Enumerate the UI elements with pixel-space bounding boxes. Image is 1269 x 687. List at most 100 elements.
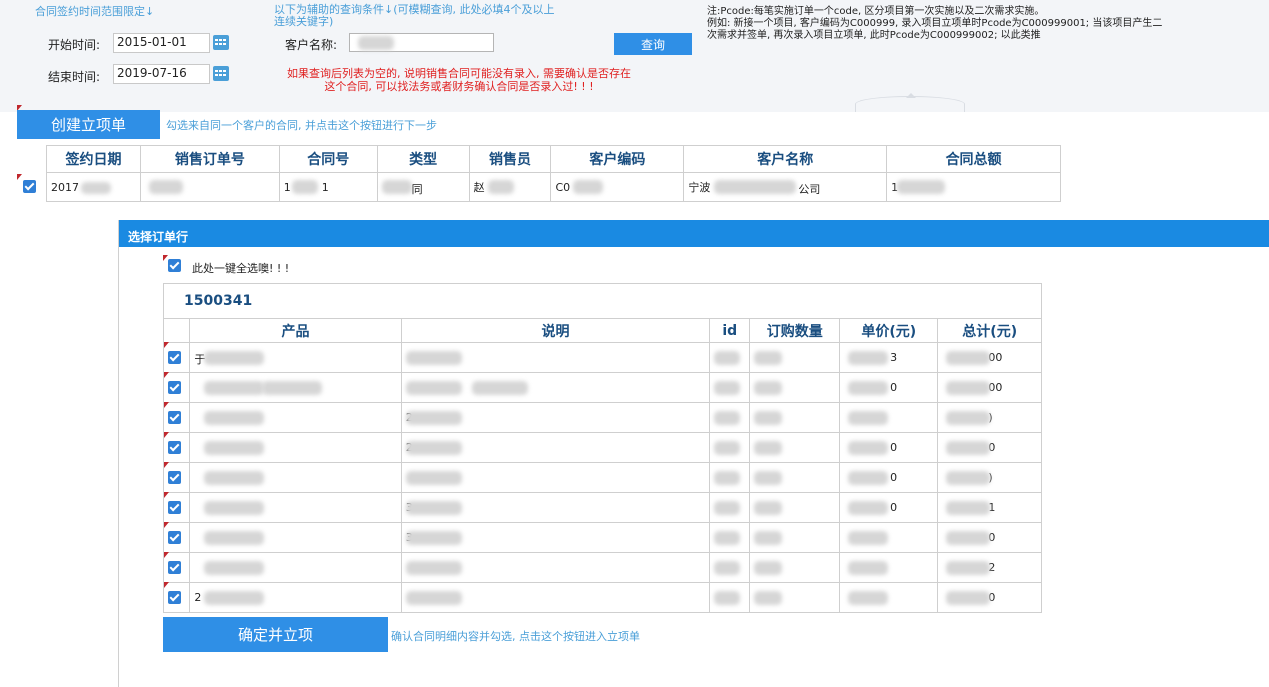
column-header: 单价(元) (839, 318, 939, 343)
redacted-text (405, 381, 462, 395)
description-cell: 2 (400, 432, 711, 463)
redacted-text (714, 561, 741, 575)
collapse-handle[interactable] (855, 93, 965, 112)
column-header: 合同号 (278, 145, 378, 173)
edit-marker (164, 522, 169, 528)
id-cell (709, 342, 751, 373)
table-row[interactable]: 2) (162, 402, 1042, 433)
customer-name-input[interactable] (349, 33, 494, 52)
product-text: 2 (194, 591, 202, 604)
column-header: 订购数量 (749, 318, 841, 343)
start-date-input[interactable]: 2015-01-01 (113, 33, 210, 53)
select-all-checkbox[interactable] (168, 259, 181, 272)
contract-total-cell: 1 (886, 172, 1061, 202)
product-cell (189, 372, 402, 403)
unit-price-cell (839, 402, 939, 433)
redacted-text (848, 501, 889, 515)
redacted-text (405, 501, 462, 515)
line-checkbox-cell[interactable] (162, 372, 191, 403)
end-date-input[interactable]: 2019-07-16 (113, 64, 210, 84)
redacted-text (754, 471, 783, 485)
confirm-create-button[interactable]: 确定并立项 (163, 617, 388, 652)
calendar-icon[interactable] (213, 66, 229, 81)
line-checkbox[interactable] (168, 381, 181, 395)
contract-table: 签约日期 销售订单号 合同号 类型 销售员 客户编码 客户名称 合同总额 201… (46, 145, 1061, 202)
unit-price-cell (839, 552, 939, 583)
id-cell (709, 432, 751, 463)
redacted-text (204, 591, 265, 605)
redacted-text (204, 351, 265, 365)
select-order-lines-dialog: 选择订单行 此处一键全选噢! ! ! 1500341 产品 说明 id 订购数量… (118, 220, 1269, 687)
description-cell (400, 552, 711, 583)
contract-row-checkbox[interactable] (23, 180, 36, 193)
redacted-text (405, 411, 462, 425)
description-cell (400, 462, 711, 493)
line-total-cell: ) (937, 402, 1042, 433)
order-lines-table: 产品 说明 id 订购数量 单价(元) 总计(元) 于3000002)2000)… (162, 318, 1042, 613)
redacted-text (946, 411, 991, 425)
redacted-text (946, 561, 991, 575)
order-no-cell (139, 172, 280, 202)
edit-marker (164, 432, 169, 438)
id-cell (709, 552, 751, 583)
redacted-text (204, 441, 265, 455)
redacted-text (848, 411, 889, 425)
order-lines-box: 1500341 产品 说明 id 订购数量 单价(元) 总计(元) 于 3 00 0 0… (162, 283, 1042, 613)
line-checkbox-cell[interactable] (162, 402, 191, 433)
table-row[interactable]: 2 (162, 552, 1042, 583)
line-checkbox[interactable] (168, 591, 181, 605)
line-checkbox-cell[interactable] (162, 492, 191, 523)
line-checkbox-cell[interactable] (162, 462, 191, 493)
line-checkbox-cell[interactable] (162, 552, 191, 583)
line-total-cell: 00 (937, 342, 1042, 373)
line-checkbox-cell[interactable] (162, 432, 191, 463)
line-checkbox[interactable] (168, 501, 181, 515)
description-cell: 3 (400, 522, 711, 553)
line-checkbox[interactable] (168, 441, 181, 455)
redacted-text (754, 531, 783, 545)
unit-price-cell: 0 (839, 462, 939, 493)
line-checkbox[interactable] (168, 471, 181, 485)
line-checkbox[interactable] (168, 531, 181, 545)
table-row[interactable]: 2017 11 同 赵 C0 宁波 公司 1 (46, 172, 1061, 202)
start-date-label: 开始时间: (48, 38, 101, 52)
table-row[interactable]: 20 (162, 582, 1042, 613)
quantity-cell (749, 402, 841, 433)
redacted-text (946, 471, 991, 485)
table-row[interactable]: 2 0 0 (162, 432, 1042, 463)
redacted-text (204, 471, 265, 485)
redacted-text (405, 351, 462, 365)
line-checkbox-cell[interactable] (162, 522, 191, 553)
create-project-button[interactable]: 创建立项单 (17, 110, 160, 139)
line-checkbox[interactable] (168, 351, 181, 365)
edit-marker (164, 462, 169, 468)
calendar-icon[interactable] (213, 35, 229, 50)
query-button[interactable]: 查询 (614, 33, 692, 55)
table-row[interactable]: 0) (162, 462, 1042, 493)
table-row[interactable]: 3 0 1 (162, 492, 1042, 523)
quantity-cell (749, 552, 841, 583)
edit-marker (164, 402, 169, 408)
contract-no-cell: 11 (278, 172, 378, 202)
redacted-text (405, 441, 462, 455)
redacted-text (714, 351, 741, 365)
description-cell (400, 342, 711, 373)
table-row[interactable]: 于 3 00 (162, 342, 1042, 373)
line-checkbox[interactable] (168, 561, 181, 575)
end-date-label: 结束时间: (48, 70, 101, 84)
line-checkbox[interactable] (168, 411, 181, 425)
description-cell (400, 582, 711, 613)
redacted-text (405, 531, 462, 545)
line-checkbox-cell[interactable] (162, 582, 191, 613)
product-cell: 2 (189, 582, 402, 613)
column-header: id (709, 318, 751, 343)
redacted-text (754, 441, 783, 455)
line-checkbox-cell[interactable] (162, 342, 191, 373)
line-total-cell: 0 (937, 522, 1042, 553)
pcode-note: 注:Pcode:每笔实施订单一个code, 区分项目第一次实施以及二次需求实施。… (707, 6, 1163, 41)
quantity-cell (749, 372, 841, 403)
unit-price-text: 0 (890, 471, 898, 484)
table-row[interactable]: 0 00 (162, 372, 1042, 403)
table-row[interactable]: 30 (162, 522, 1042, 553)
redacted-text (754, 501, 783, 515)
